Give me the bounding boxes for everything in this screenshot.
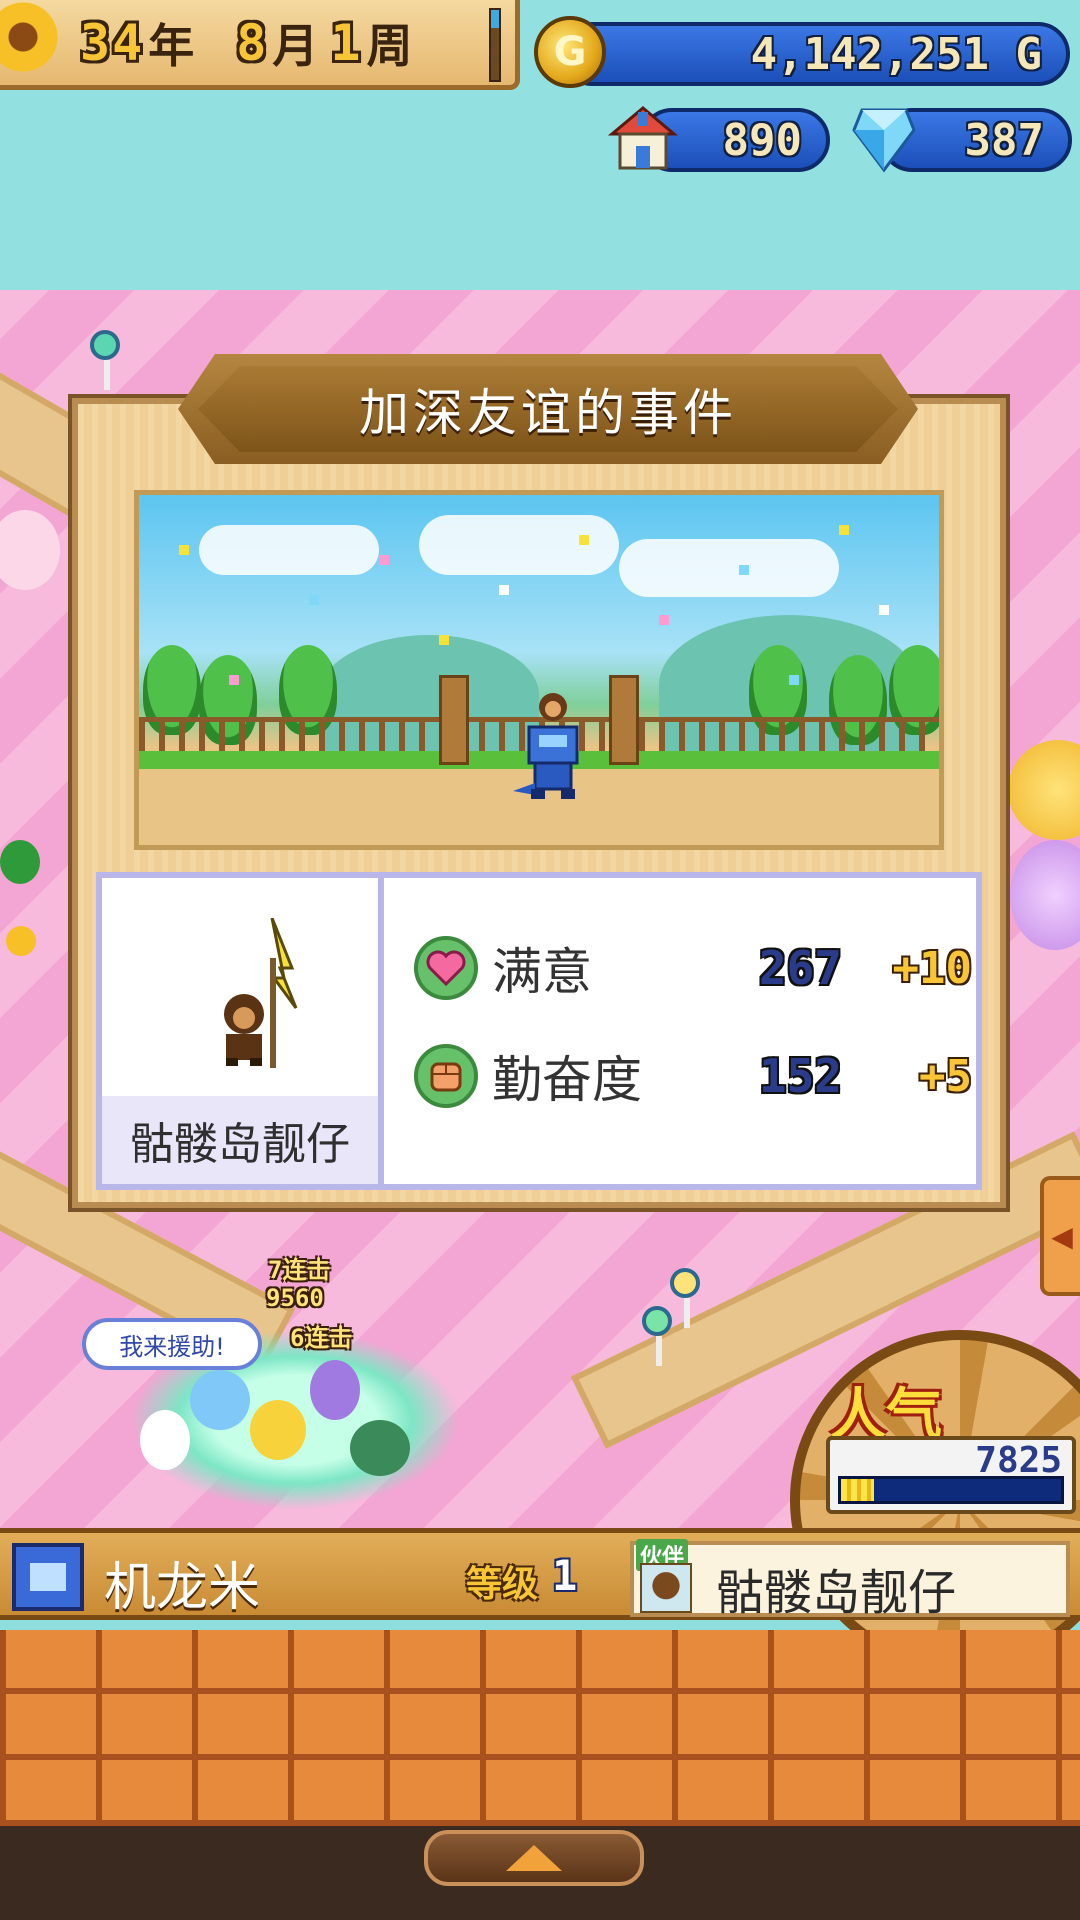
lollipop [670,1268,700,1328]
confetti [379,555,389,565]
lollipop [90,330,120,390]
partner-box[interactable]: 伙伴 骷髅岛靓仔 [630,1539,1070,1621]
brick-floor [0,1630,1080,1826]
sunflower-icon [0,0,60,74]
expand-menu-button[interactable] [424,1830,644,1886]
popularity-bar [838,1476,1064,1504]
satisfaction-row: 满意 267 +10 [414,928,974,1008]
lollipop [642,1306,672,1366]
diligence-delta: +5 [919,1050,972,1102]
popularity-value: 7825 [975,1440,1062,1481]
confetti [579,535,589,545]
speech-bubble: 我来援助! [82,1318,262,1370]
confetti [179,545,189,555]
dialog-title-banner: 加深友谊的事件 [178,354,918,464]
confetti [789,675,799,685]
character-sprite [250,1400,306,1460]
combo-score: 9560 [266,1284,324,1312]
date-panel: 34 年 8 月 1 周 [0,0,520,90]
confetti [439,635,449,645]
arrow-up-icon [506,1845,562,1871]
week-unit: 周 [366,18,415,73]
popularity-meter: 7825 [826,1436,1076,1514]
year-unit: 年 [148,18,197,73]
character-sprite [310,1360,360,1420]
heart-icon [414,936,478,1000]
confetti [659,615,669,625]
month-unit: 月 [272,18,321,73]
week-value: 1 [330,13,363,72]
coin-icon: G [534,16,606,88]
crystal-value: 387 [964,114,1044,166]
popularity-bar-fill [841,1479,874,1501]
character-sprite [140,1410,190,1470]
confetti [839,525,849,535]
partner-name: 骷髅岛靓仔 [716,1565,957,1621]
level-value: 1 [552,1551,578,1600]
satisfaction-label: 满意 [492,943,592,1001]
house-icon [608,106,678,170]
character-name: 机龙米 [104,1558,261,1618]
gate-pillar [439,675,469,765]
fist-icon [414,1044,478,1108]
tree [0,840,40,884]
gold-counter: 4,142,251 G [560,22,1070,86]
combo-label: 7连击 [268,1256,331,1284]
gold-value: 4,142,251 G [750,28,1042,80]
crystal-icon [852,108,916,173]
monkey-character-sprite [224,918,298,1068]
cloud [199,525,379,575]
level-label: 等级 [466,1564,539,1605]
confetti [739,565,749,575]
diligence-row: 勤奋度 152 +5 [414,1036,974,1116]
diligence-label: 勤奋度 [492,1051,642,1109]
candy-tree [1008,740,1080,840]
building-value: 890 [722,114,802,166]
status-bar[interactable]: 机龙米 等级 1 伙伴 骷髅岛靓仔 [0,1528,1080,1621]
confetti [879,605,889,615]
character-name: 骷髅岛靓仔 [102,1096,378,1184]
confetti [309,595,319,605]
robot-dragon-sprite [513,693,579,799]
confetti [499,585,509,595]
gate-pillar [609,675,639,765]
chevron-left-icon: ◀ [1051,1219,1073,1253]
stats-panel: 骷髅岛靓仔 满意 267 +10 勤奋度 152 +5 [96,872,982,1190]
character-sprite [350,1420,410,1476]
candy-tree [1010,840,1080,950]
cotton-candy-tree [0,510,60,590]
confetti [229,675,239,685]
sunflower [6,926,36,956]
cloud [619,539,839,597]
dialog-title: 加深友谊的事件 [198,366,898,452]
satisfaction-value: 267 [758,941,842,995]
robot-portrait-icon [12,1543,84,1611]
combo-label: 6连击 [290,1324,353,1352]
year-value: 34 [80,13,145,72]
satisfaction-delta: +10 [892,942,972,994]
event-scene-image [134,490,944,850]
cloud [419,515,619,575]
character-cell: 骷髅岛靓仔 [102,878,384,1184]
side-menu-tab[interactable]: ◀ [1040,1176,1080,1296]
diligence-value: 152 [758,1049,842,1103]
monkey-portrait-icon [640,1563,692,1613]
month-value: 8 [236,13,269,72]
week-progress-bar [489,8,501,82]
character-sprite [190,1370,250,1430]
